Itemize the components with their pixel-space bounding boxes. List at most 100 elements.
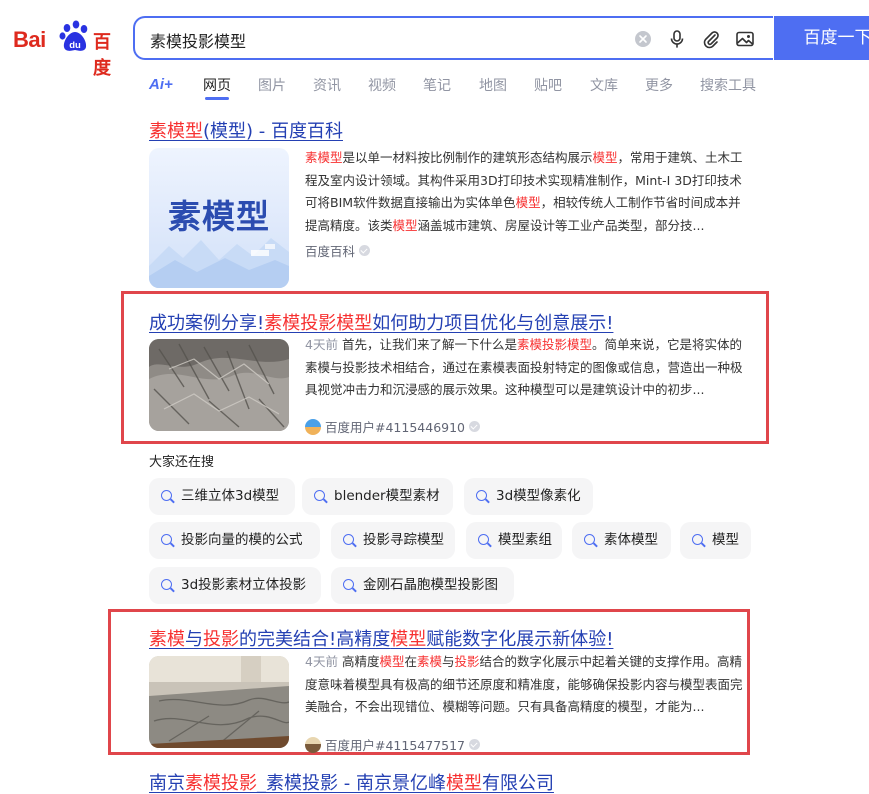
search-icon [161,534,172,545]
related-search-label: 3d投影素材立体投影 [181,577,307,593]
text-segment: 的完美结合!高精度 [239,629,391,650]
highlighted-keyword: 模型 [592,150,618,165]
highlighted-keyword: 投影 [203,629,239,650]
clear-icon[interactable] [633,29,653,49]
result-title[interactable]: 素模与投影的完美结合!高精度模型赋能数字化展示新体验! [149,625,613,651]
logo-latin-text: Bai [13,27,46,52]
related-search-chip[interactable]: 三维立体3d模型 [149,478,295,515]
result-thumbnail[interactable]: 素模型 [149,148,289,288]
related-search-chip[interactable]: 模型 [680,522,751,559]
tab-item[interactable]: 贴吧 [534,75,562,95]
highlighted-keyword: 模型 [379,654,405,669]
related-search-chip[interactable]: 素体模型 [572,522,671,559]
search-icon [161,490,172,501]
highlighted-keyword: 素模型 [149,121,203,142]
related-search-label: 投影向量的模的公式 [181,532,303,548]
text-segment: 高精度 [341,654,380,669]
related-search-chip[interactable]: 模型素组 [466,522,562,559]
related-search-chip[interactable]: blender模型素材 [302,478,453,515]
text-segment: 在 [404,654,417,669]
microphone-icon[interactable] [667,29,687,49]
active-tab-indicator [205,97,229,100]
search-icon [692,534,703,545]
result-snippet: 4天前 高精度模型在素模与投影结合的数字化展示中起着关键的支撑作用。高精度意味着模… [305,651,751,741]
text-segment: 与 [185,629,203,650]
text-segment: 首先，让我们来了解一下什么是 [341,337,517,352]
highlighted-keyword: 素模投影 [185,773,257,794]
user-avatar [305,418,321,435]
result-title[interactable]: 成功案例分享!素模投影模型如何助力项目优化与创意展示! [149,309,613,335]
related-search-label: 模型素组 [498,532,552,548]
highlighted-keyword: 模型 [515,195,541,210]
text-segment: 与 [442,654,455,669]
tab-item[interactable]: 笔记 [423,75,451,95]
tab-item[interactable]: 资讯 [313,75,341,95]
baidu-logo[interactable]: Bai du 百度 [13,19,117,79]
search-query-text[interactable]: 素模投影模型 [150,28,246,52]
tab-item[interactable]: 地图 [479,75,507,95]
related-search-label: 三维立体3d模型 [181,488,280,504]
related-search-chip[interactable]: 3d投影素材立体投影 [149,567,321,604]
text-segment: 赋能数字化展示新体验! [426,629,614,650]
related-search-chip[interactable]: 3d模型像素化 [464,478,593,515]
highlighted-keyword: 模型 [392,217,418,233]
related-searches-heading: 大家还在搜 [149,455,215,470]
terrain-model-photo [149,339,289,431]
tab-item[interactable]: 网页 [203,75,231,95]
text-segment: 有限公司 [481,773,554,794]
related-search-chip[interactable]: 金刚石晶胞模型投影图 [331,567,514,604]
text-segment: 涵盖城市建筑、房屋设计等工业产品类型，部分技... [417,217,705,233]
related-search-chip[interactable]: 投影向量的模的公式 [149,522,320,559]
related-search-chip[interactable]: 投影寻踪模型 [331,522,455,559]
tab-item[interactable]: 文库 [590,75,618,95]
search-button[interactable]: 百度一下 [774,16,869,60]
tab-item[interactable]: 更多 [645,75,673,95]
related-search-label: 金刚石晶胞模型投影图 [363,577,498,593]
result-title[interactable]: 素模型(模型) - 百度百科 [149,117,343,143]
highlighted-keyword: 素模型 [305,150,343,165]
tab-item[interactable]: 视频 [368,75,396,95]
result-snippet: 4天前 首先，让我们来了解一下什么是素模投影模型。简单来说，它是将实体的素模与投影… [305,334,751,424]
highlighted-keyword: 投影 [454,654,480,669]
result-thumbnail[interactable] [149,656,289,748]
highlighted-keyword: 模型 [390,629,427,650]
search-icon [476,490,487,501]
result-source[interactable]: 百度用户#4115446910 [305,417,481,436]
search-icon [478,534,489,545]
result-source[interactable]: 百度百科 [305,241,371,260]
related-search-label: 模型 [712,532,739,548]
exhibition-model-photo [149,656,289,748]
paw-icon: du [59,20,88,51]
verified-icon [359,245,371,256]
search-input[interactable]: 素模投影模型 [133,16,773,60]
logo-paw-text: du [69,40,81,51]
result-snippet: 素模型是以单一材料按比例制作的建筑形态结构展示模型，常用于建筑、土木工程及室内设… [305,147,751,237]
highlighted-keyword: 模型 [445,773,482,794]
result-date: 4天前 [305,654,338,669]
attachment-icon[interactable] [701,29,721,49]
tab-ai[interactable]: Ai+ [149,76,173,93]
tab-item[interactable]: 搜索工具 [700,75,756,95]
source-name: 百度百科 [305,244,356,259]
related-search-label: 投影寻踪模型 [363,532,444,548]
result-thumbnail[interactable] [149,339,289,431]
highlighted-keyword: 素模 [149,629,185,650]
text-segment: 南京 [149,773,185,794]
verified-icon [469,421,481,432]
image-search-icon[interactable] [735,29,755,49]
logo-cn-text: 百度 [93,32,111,79]
result-title[interactable]: 南京素模投影_素模投影 - 南京景亿峰模型有限公司 [149,769,554,794]
source-name: 百度用户#4115477517 [325,738,466,753]
result-source[interactable]: 百度用户#4115477517 [305,735,481,754]
search-icon [343,534,354,545]
search-icon [161,579,172,590]
related-search-label: 素体模型 [604,532,658,548]
user-avatar [305,736,321,753]
highlighted-keyword: 素模投影模型 [516,337,592,352]
text-segment: 是以单一材料按比例制作的建筑形态结构展示 [342,150,593,165]
related-search-label: blender模型素材 [334,488,440,504]
search-icon [584,534,595,545]
text-segment: (模型) - 百度百科 [203,121,343,142]
text-segment: 如何助力项目优化与创意展示! [372,313,614,334]
tab-item[interactable]: 图片 [258,75,286,95]
